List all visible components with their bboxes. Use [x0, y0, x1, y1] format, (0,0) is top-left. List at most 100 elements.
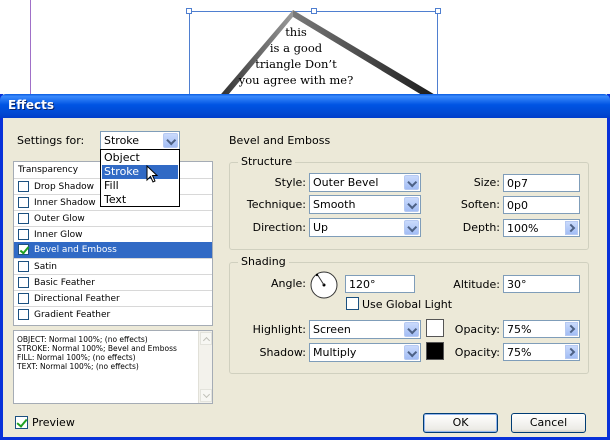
- effect-checkbox[interactable]: [18, 197, 29, 208]
- style-label: Style:: [266, 176, 306, 189]
- chevron-right-icon[interactable]: [565, 221, 578, 235]
- effect-label: Satin: [34, 262, 57, 272]
- highlight-color-swatch[interactable]: [426, 319, 444, 337]
- chevron-down-icon[interactable]: [404, 345, 419, 360]
- angle-field[interactable]: 120°: [345, 275, 415, 293]
- chevron-down-icon[interactable]: [163, 133, 178, 148]
- shading-title: Shading: [238, 255, 289, 268]
- ok-button[interactable]: OK: [423, 413, 498, 433]
- depth-label: Depth:: [462, 221, 500, 234]
- effect-checkbox[interactable]: [18, 213, 29, 224]
- effect-item-directional-feather[interactable]: Directional Feather: [14, 290, 212, 306]
- effect-label: Outer Glow: [34, 214, 85, 224]
- panel-title: Bevel and Emboss: [229, 134, 331, 147]
- shadow-value: Multiply: [313, 346, 357, 359]
- summary-scrollbar[interactable]: [198, 331, 212, 403]
- depth-value: 100%: [507, 222, 539, 235]
- effect-checkbox[interactable]: [18, 229, 29, 240]
- use-global-light-checkbox[interactable]: [346, 297, 359, 310]
- dropdown-option-text[interactable]: Text: [102, 193, 178, 207]
- dropdown-option-fill[interactable]: Fill: [102, 179, 178, 193]
- scroll-down-icon[interactable]: [200, 389, 212, 402]
- dropdown-option-object[interactable]: Object: [102, 151, 178, 165]
- direction-value: Up: [313, 221, 329, 234]
- effect-label: Basic Feather: [34, 278, 95, 288]
- technique-select[interactable]: Smooth: [309, 195, 421, 214]
- soften-label: Soften:: [460, 198, 500, 211]
- altitude-label: Altitude:: [453, 278, 500, 291]
- dialog-titlebar[interactable]: Effects: [0, 94, 610, 118]
- shadow-opacity-value: 75%: [507, 346, 532, 359]
- triangle-text[interactable]: this is a good triangle Don’t you agree …: [222, 24, 370, 88]
- shadow-color-swatch[interactable]: [426, 342, 444, 360]
- effect-item-inner-glow[interactable]: Inner Glow: [14, 226, 212, 242]
- effect-checkbox[interactable]: [18, 261, 29, 272]
- dialog-title: Effects: [8, 98, 55, 112]
- shadow-blend-select[interactable]: Multiply: [309, 343, 421, 362]
- style-select[interactable]: Outer Bevel: [309, 173, 421, 192]
- technique-value: Smooth: [313, 198, 356, 211]
- effect-checkbox[interactable]: [18, 277, 29, 288]
- use-global-light-label: Use Global Light: [362, 298, 453, 311]
- depth-field[interactable]: 100%: [503, 219, 580, 237]
- style-value: Outer Bevel: [313, 176, 379, 189]
- scroll-up-icon[interactable]: [200, 332, 212, 345]
- effect-label: Drop Shadow: [34, 182, 95, 192]
- effect-label: Inner Shadow: [34, 198, 96, 208]
- effect-item-gradient-feather[interactable]: Gradient Feather: [14, 306, 212, 322]
- chevron-down-icon[interactable]: [404, 197, 419, 212]
- highlight-opacity-value: 75%: [507, 323, 532, 336]
- effect-checkbox[interactable]: [18, 309, 29, 320]
- soften-field[interactable]: 0p0: [503, 196, 580, 214]
- highlight-blend-select[interactable]: Screen: [309, 320, 421, 339]
- shadow-label: Shadow:: [259, 346, 306, 359]
- mouse-cursor-icon: [146, 165, 159, 183]
- soften-value: 0p0: [507, 199, 528, 212]
- size-field[interactable]: 0p7: [503, 174, 580, 192]
- effect-item-outer-glow[interactable]: Outer Glow: [14, 210, 212, 226]
- settings-for-select[interactable]: Stroke: [100, 131, 180, 150]
- effect-checkbox[interactable]: [18, 181, 29, 192]
- effect-checkbox[interactable]: [18, 293, 29, 304]
- transparency-label: Transparency: [18, 165, 79, 175]
- chevron-down-icon[interactable]: [404, 220, 419, 235]
- angle-dial-icon[interactable]: [309, 270, 339, 300]
- chevron-right-icon[interactable]: [565, 345, 578, 359]
- summary-line: FILL: Normal 100%; (no effects): [17, 353, 136, 362]
- effect-item-bevel-and-emboss[interactable]: Bevel and Emboss: [14, 242, 212, 258]
- settings-for-dropdown: Object Stroke Fill Text: [100, 149, 180, 207]
- highlight-opacity-field[interactable]: 75%: [503, 320, 580, 338]
- highlight-label: Highlight:: [252, 323, 306, 336]
- settings-for-label: Settings for:: [17, 134, 85, 147]
- summary-line: OBJECT: Normal 100%; (no effects): [17, 335, 148, 344]
- settings-for-value: Stroke: [104, 134, 140, 147]
- triangle-text-line: triangle Don’t: [255, 57, 337, 71]
- size-value: 0p7: [507, 177, 528, 190]
- direction-select[interactable]: Up: [309, 218, 421, 237]
- shadow-opacity-field[interactable]: 75%: [503, 343, 580, 361]
- highlight-value: Screen: [313, 323, 351, 336]
- preview-checkbox[interactable]: [15, 416, 28, 429]
- triangle-text-line: you agree with me?: [238, 73, 354, 87]
- angle-label: Angle:: [270, 277, 306, 290]
- effect-checkbox[interactable]: [18, 244, 29, 255]
- effect-label: Directional Feather: [34, 294, 120, 304]
- effects-summary: OBJECT: Normal 100%; (no effects) STROKE…: [13, 330, 213, 404]
- cancel-button[interactable]: Cancel: [511, 413, 586, 433]
- preview-label: Preview: [32, 416, 75, 429]
- chevron-right-icon[interactable]: [565, 322, 578, 336]
- direction-label: Direction:: [252, 221, 306, 234]
- dropdown-option-stroke[interactable]: Stroke: [102, 165, 178, 179]
- altitude-field[interactable]: 30°: [503, 275, 580, 293]
- effect-label: Inner Glow: [34, 230, 83, 240]
- effect-item-satin[interactable]: Satin: [14, 258, 212, 274]
- summary-line: STROKE: Normal 100%; Bevel and Emboss: [17, 344, 177, 353]
- shadow-opacity-label: Opacity:: [454, 346, 500, 359]
- chevron-down-icon[interactable]: [404, 175, 419, 190]
- chevron-down-icon[interactable]: [404, 322, 419, 337]
- triangle-text-line: this: [285, 25, 307, 39]
- effect-item-basic-feather[interactable]: Basic Feather: [14, 274, 212, 290]
- document-canvas: this is a good triangle Don’t you agree …: [0, 0, 610, 100]
- angle-value: 120°: [349, 278, 376, 291]
- effect-label: Gradient Feather: [34, 310, 111, 320]
